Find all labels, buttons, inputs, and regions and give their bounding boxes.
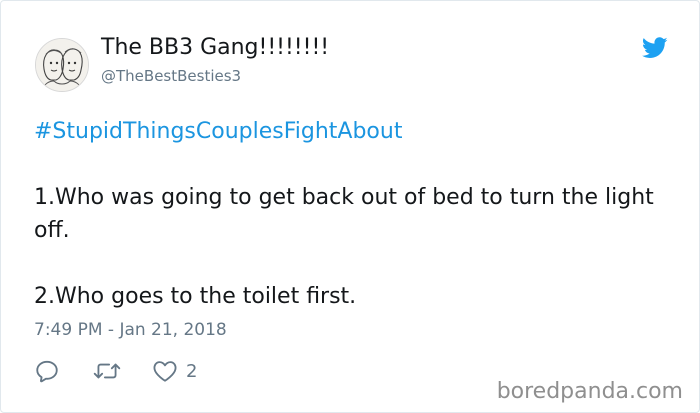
display-name[interactable]: The BB3 Gang!!!!!!!! bbox=[101, 35, 329, 60]
heart-icon bbox=[153, 361, 177, 382]
avatar-drawing bbox=[36, 39, 88, 91]
like-count: 2 bbox=[186, 360, 198, 382]
user-handle[interactable]: @TheBestBesties3 bbox=[101, 67, 241, 85]
retweet-icon bbox=[93, 363, 121, 379]
watermark: boredpanda.com bbox=[496, 379, 683, 404]
hashtag-link[interactable]: #StupidThingsCouplesFightAbout bbox=[34, 119, 402, 144]
action-bar: 2 bbox=[34, 357, 197, 385]
twitter-bird-svg bbox=[641, 37, 668, 58]
tweet-line-2: 2.Who goes to the toilet first. bbox=[34, 284, 357, 309]
tweet-card: The BB3 Gang!!!!!!!! @TheBestBesties3 #S… bbox=[0, 0, 700, 413]
tweet-text: 1.Who was going to get back out of bed t… bbox=[34, 181, 674, 313]
like-button[interactable]: 2 bbox=[152, 359, 197, 383]
tweet-line-1: 1.Who was going to get back out of bed t… bbox=[34, 185, 654, 243]
timestamp-link[interactable]: 7:49 PM - Jan 21, 2018 bbox=[34, 320, 227, 340]
reply-icon bbox=[36, 360, 58, 383]
avatar[interactable] bbox=[35, 38, 89, 92]
twitter-bird-icon[interactable] bbox=[641, 37, 668, 59]
reply-button[interactable] bbox=[34, 358, 60, 384]
retweet-button[interactable] bbox=[92, 358, 122, 384]
